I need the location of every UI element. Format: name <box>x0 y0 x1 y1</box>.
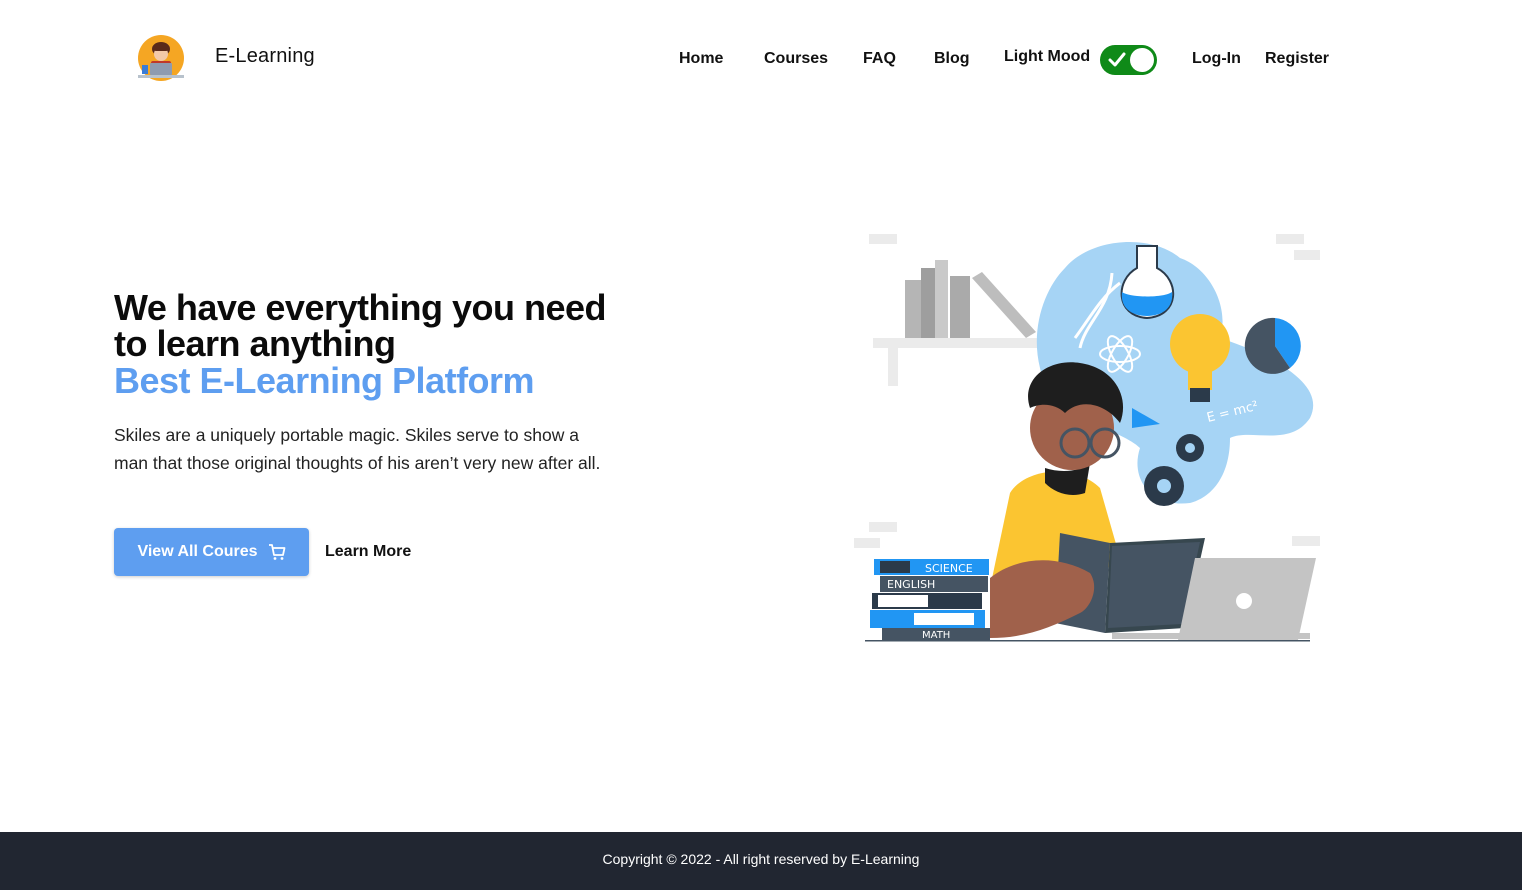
book-science-label: SCIENCE <box>925 562 973 575</box>
mood-label: Light Mood <box>1004 48 1091 65</box>
main-nav: Home Courses FAQ Blog Log-In Register <box>0 48 1522 74</box>
book-english-label: ENGLISH <box>887 578 935 591</box>
check-icon <box>1108 52 1126 67</box>
cart-icon <box>268 544 285 560</box>
nav-register[interactable]: Register <box>1265 50 1329 68</box>
nav-blog[interactable]: Blog <box>934 50 970 68</box>
view-all-courses-button[interactable]: View All Coures <box>114 528 309 576</box>
hero-illustration: E = mc² SCIENCE ENGLISH MATH <box>854 234 1320 642</box>
mood-toggle[interactable] <box>1100 45 1157 75</box>
nav-login[interactable]: Log-In <box>1192 50 1241 68</box>
nav-home[interactable]: Home <box>679 50 723 68</box>
nav-faq[interactable]: FAQ <box>863 50 896 68</box>
book-math-label: MATH <box>922 630 950 641</box>
hero-description: Skiles are a uniquely portable magic. Sk… <box>114 425 601 473</box>
learn-more-link[interactable]: Learn More <box>325 543 411 561</box>
hero-accent: Best E-Learning Platform <box>114 360 535 401</box>
page: E-Learning Home Courses FAQ Blog Log-In … <box>0 0 1522 890</box>
footer: Copyright © 2022 - All right reserved by… <box>0 832 1522 890</box>
nav-courses[interactable]: Courses <box>764 50 828 68</box>
view-all-courses-label: View All Coures <box>137 543 258 560</box>
toggle-knob <box>1130 48 1154 72</box>
footer-copyright: Copyright © 2022 - All right reserved by… <box>602 851 920 867</box>
hero-title: We have everything you need to learn any… <box>114 287 607 364</box>
